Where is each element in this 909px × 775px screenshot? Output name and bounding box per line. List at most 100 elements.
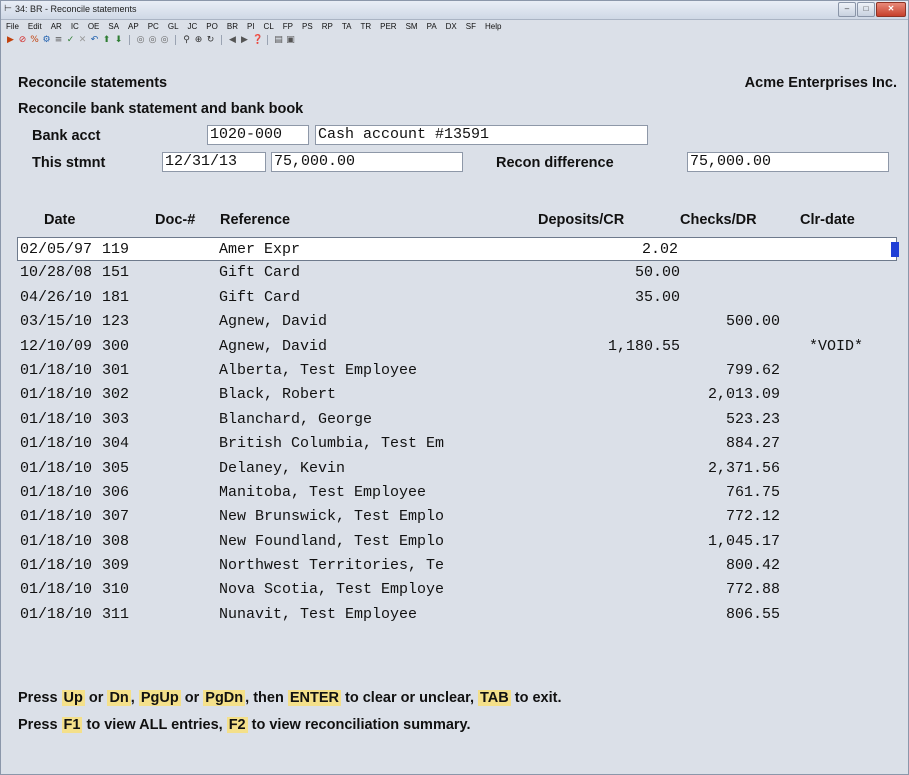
- binoculars-icon[interactable]: ⚲: [182, 35, 191, 45]
- table-row[interactable]: 10/28/08 151 Gift Card 50.00: [18, 261, 898, 285]
- cell-date: 10/28/08: [20, 264, 93, 282]
- window-title: 34: BR - Reconcile statements: [15, 4, 137, 14]
- minimize-button[interactable]: –: [838, 2, 856, 17]
- zoom-icon[interactable]: ⊕: [194, 35, 203, 45]
- table-row[interactable]: 01/18/10 302 Black, Robert 2,013.09: [18, 383, 898, 407]
- table-row[interactable]: 01/18/10 310 Nova Scotia, Test Employe 772.…: [18, 578, 898, 602]
- table-row[interactable]: 01/18/10 304 British Columbia, Test Em 884.…: [18, 432, 898, 456]
- table-row[interactable]: 01/18/10 309 Northwest Territories, Te 800.…: [18, 554, 898, 578]
- table-row[interactable]: 01/18/10 301 Alberta, Test Employee 799.62: [18, 359, 898, 383]
- key-f2: F2: [226, 717, 248, 733]
- menu-item-dx[interactable]: DX: [446, 22, 457, 31]
- menu-item-sf[interactable]: SF: [466, 22, 476, 31]
- table-row[interactable]: 01/18/10 306 Manitoba, Test Employee 761.75: [18, 481, 898, 505]
- menu-item-per[interactable]: PER: [380, 22, 396, 31]
- menu-item-pc[interactable]: PC: [148, 22, 159, 31]
- menu-item-gl[interactable]: GL: [168, 22, 179, 31]
- transaction-list[interactable]: 02/05/97 119 Amer Expr 2.02 10/28/08 151 Gift …: [17, 237, 899, 627]
- cell-doc: 311: [102, 605, 130, 623]
- cell-clr-date: *VOID*: [809, 337, 864, 355]
- help-text: to clear or unclear,: [345, 690, 474, 706]
- menu-item-fp[interactable]: FP: [283, 22, 293, 31]
- circle-icon-3[interactable]: ◎: [160, 35, 169, 45]
- statement-date-field[interactable]: 12/31/13: [162, 152, 266, 172]
- cell-check: 1,045.17: [707, 532, 780, 550]
- cell-doc: 304: [102, 435, 130, 453]
- cell-deposit: 50.00: [634, 264, 680, 282]
- cell-check: 761.75: [725, 483, 780, 501]
- cancel-icon[interactable]: ⊘: [18, 35, 27, 45]
- cell-doc: 309: [102, 557, 130, 575]
- report-icon[interactable]: ▣: [286, 35, 295, 45]
- statement-amount-field[interactable]: 75,000.00: [271, 152, 463, 172]
- help-icon[interactable]: ❓: [252, 35, 263, 45]
- table-row[interactable]: 01/18/10 311 Nunavit, Test Employee 806.55: [18, 603, 898, 627]
- help-text: ,: [130, 690, 135, 706]
- cell-doc: 306: [102, 483, 130, 501]
- cell-deposit: 1,180.55: [607, 337, 680, 355]
- table-row[interactable]: 03/15/10 123 Agnew, David 500.00: [18, 310, 898, 334]
- table-row[interactable]: 01/18/10 305 Delaney, Kevin 2,371.56: [18, 457, 898, 481]
- menu-item-help[interactable]: Help: [485, 22, 501, 31]
- run-icon[interactable]: ▶: [6, 35, 15, 45]
- help-text: Press: [18, 690, 58, 706]
- menu-item-pa[interactable]: PA: [427, 22, 437, 31]
- circle-icon-2[interactable]: ◎: [148, 35, 157, 45]
- cell-reference: New Brunswick, Test Emplo: [219, 508, 445, 526]
- menu-item-po[interactable]: PO: [206, 22, 218, 31]
- cell-doc: 301: [102, 361, 130, 379]
- close-button[interactable]: ✕: [876, 2, 906, 17]
- check-icon[interactable]: ✓: [66, 35, 75, 45]
- menu-item-jc[interactable]: JC: [188, 22, 198, 31]
- menu-item-ps[interactable]: PS: [302, 22, 313, 31]
- maximize-button[interactable]: □: [857, 2, 875, 17]
- cell-reference: British Columbia, Test Em: [219, 435, 445, 453]
- menu-item-file[interactable]: File: [6, 22, 19, 31]
- menu-item-ta[interactable]: TA: [342, 22, 352, 31]
- menu-item-pi[interactable]: PI: [247, 22, 255, 31]
- print-icon[interactable]: ▤: [274, 35, 283, 45]
- menu-item-ic[interactable]: IC: [71, 22, 79, 31]
- circle-icon-1[interactable]: ◎: [136, 35, 145, 45]
- cell-date: 01/18/10: [20, 386, 93, 404]
- menu-item-br[interactable]: BR: [227, 22, 238, 31]
- key-enter: ENTER: [287, 690, 341, 706]
- table-row[interactable]: 01/18/10 308 New Foundland, Test Emplo 1,04…: [18, 530, 898, 554]
- table-row[interactable]: 04/26/10 181 Gift Card 35.00: [18, 286, 898, 310]
- settings-icon[interactable]: ⚙: [42, 35, 51, 45]
- table-row[interactable]: 12/10/09 300 Agnew, David 1,180.55 *VOID*: [18, 335, 898, 359]
- cell-doc: 151: [102, 264, 130, 282]
- key-up: Up: [61, 690, 85, 706]
- cell-reference: Agnew, David: [219, 313, 328, 331]
- menu-item-oe[interactable]: OE: [88, 22, 100, 31]
- table-row[interactable]: 01/18/10 303 Blanchard, George 523.23: [18, 408, 898, 432]
- menu-item-rp[interactable]: RP: [322, 22, 333, 31]
- previous-icon[interactable]: ◀: [228, 35, 237, 45]
- this-stmnt-label: This stmnt: [32, 155, 106, 171]
- cell-reference: Northwest Territories, Te: [219, 557, 445, 575]
- arrow-down-icon[interactable]: ⬇: [114, 35, 123, 45]
- table-row[interactable]: 01/18/10 307 New Brunswick, Test Emplo 772.…: [18, 505, 898, 529]
- col-header-doc: Doc-#: [155, 212, 196, 228]
- menu-item-ar[interactable]: AR: [51, 22, 62, 31]
- next-icon[interactable]: ▶: [240, 35, 249, 45]
- toolbar-divider: [175, 35, 176, 45]
- arrow-up-icon[interactable]: ⬆: [102, 35, 111, 45]
- cell-date: 03/15/10: [20, 313, 93, 331]
- refresh-icon[interactable]: ↻: [206, 35, 215, 45]
- equals-icon[interactable]: ≡: [54, 35, 63, 45]
- cell-doc: 308: [102, 532, 130, 550]
- cell-deposit: 2.02: [641, 241, 678, 258]
- clear-icon[interactable]: ✕: [78, 35, 87, 45]
- menu-item-sa[interactable]: SA: [108, 22, 119, 31]
- menu-item-sm[interactable]: SM: [406, 22, 418, 31]
- percent-icon[interactable]: %: [30, 35, 39, 45]
- undo-icon[interactable]: ↶: [90, 35, 99, 45]
- menu-item-edit[interactable]: Edit: [28, 22, 42, 31]
- cell-reference: Manitoba, Test Employee: [219, 483, 427, 501]
- table-row-selected[interactable]: 02/05/97 119 Amer Expr 2.02: [17, 237, 899, 262]
- menu-item-ap[interactable]: AP: [128, 22, 139, 31]
- menu-item-tr[interactable]: TR: [360, 22, 371, 31]
- bank-acct-field[interactable]: 1020-000: [207, 125, 309, 145]
- menu-item-cl[interactable]: CL: [264, 22, 274, 31]
